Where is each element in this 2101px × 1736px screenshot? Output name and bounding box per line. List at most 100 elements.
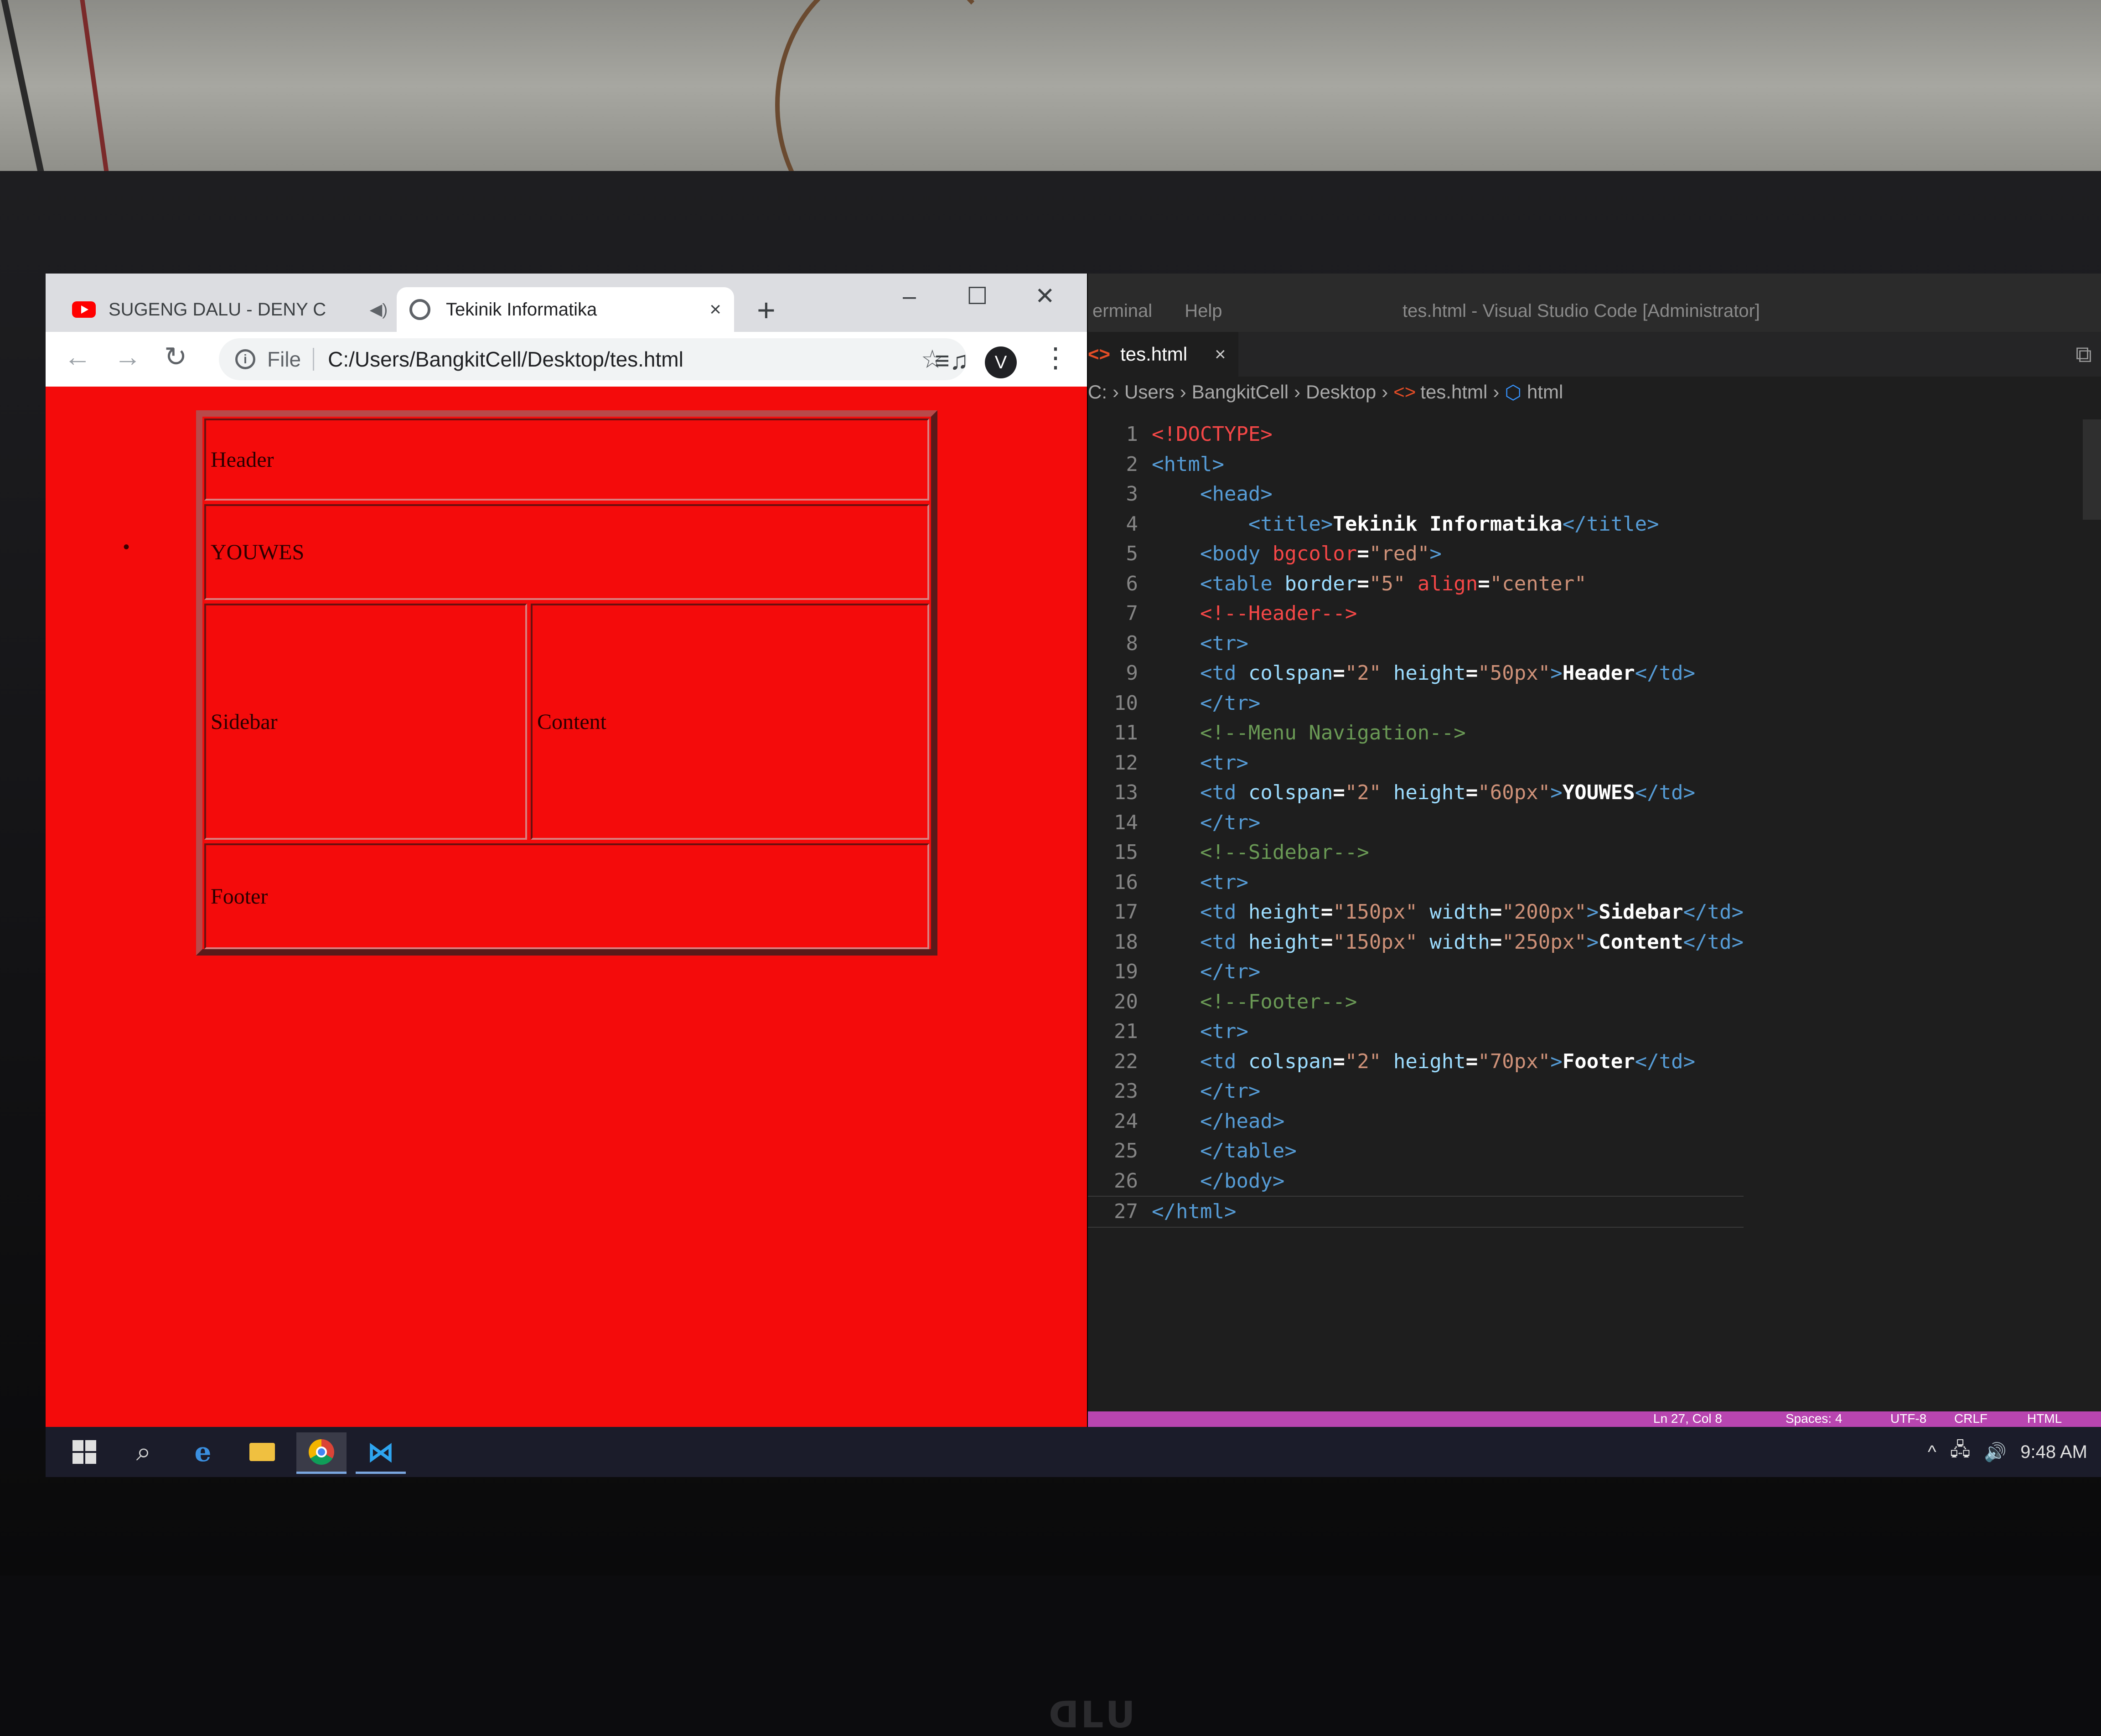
breadcrumb-bangkitcell[interactable]: BangkitCell <box>1192 381 1289 403</box>
status-encoding[interactable]: UTF-8 <box>1890 1411 1926 1426</box>
divider <box>313 348 315 371</box>
code-line[interactable]: 16 <tr> <box>1088 868 1744 898</box>
close-window-button[interactable]: ✕ <box>1035 283 1055 310</box>
code-line[interactable]: 4 <title> Tekinik Informatika </title> <box>1088 509 1744 539</box>
file-explorer-icon[interactable] <box>237 1432 287 1472</box>
code-line[interactable]: 13 <td colspan = "2" height = "60px" > YOUWES <… <box>1088 778 1744 808</box>
code-line[interactable]: 14 </tr> <box>1088 808 1744 838</box>
code-line[interactable]: 20 <!--Footer--> <box>1088 987 1744 1017</box>
url-text[interactable]: C:/Users/BangkitCell/Desktop/tes.html <box>328 347 921 372</box>
status-language[interactable]: HTML <box>2027 1411 2062 1426</box>
code-line[interactable]: 26 </body> <box>1088 1166 1744 1196</box>
status-position[interactable]: Ln 27, Col 8 <box>1653 1411 1722 1426</box>
code-token: = <box>1465 781 1478 805</box>
line-number: 2 <box>1126 452 1138 476</box>
code-line[interactable]: 19 </tr> <box>1088 957 1744 987</box>
code-line[interactable]: 8 <tr> <box>1088 629 1744 659</box>
line-number: 9 <box>1126 661 1138 685</box>
code-line[interactable]: 7 <!--Header--> <box>1088 599 1744 629</box>
code-token: </td> <box>1683 900 1744 924</box>
code-line[interactable]: 10 </tr> <box>1088 688 1744 718</box>
line-number: 21 <box>1114 1020 1138 1044</box>
line-number: 24 <box>1114 1109 1138 1133</box>
reload-button[interactable]: ↻ <box>164 341 187 373</box>
nav-cell: YOUWES <box>204 504 929 600</box>
tab-tekinik-informatika[interactable]: Tekinik Informatika × <box>397 287 734 332</box>
vscode-taskbar-icon[interactable]: ⋈ <box>356 1432 406 1474</box>
code-token: colspan <box>1248 781 1333 805</box>
code-line[interactable]: 18 <td height = "150px" width = "250px" > Cont… <box>1088 927 1744 957</box>
code-token: "150px" <box>1333 930 1430 954</box>
code-editor[interactable]: 1 <!DOCTYPE> 2 <html> 3 <head> 4 <title> Tekin… <box>1088 419 1744 1228</box>
code-line[interactable]: 25 </table> <box>1088 1136 1744 1166</box>
breadcrumb-drive[interactable]: C: <box>1088 381 1107 403</box>
address-bar[interactable]: i File C:/Users/BangkitCell/Desktop/tes.… <box>219 338 967 380</box>
code-token: = <box>1490 930 1502 954</box>
media-control-icon[interactable]: ≡♫ <box>935 346 969 375</box>
code-line[interactable]: 1 <!DOCTYPE> <box>1088 419 1744 450</box>
code-line[interactable]: 2 <html> <box>1088 450 1744 480</box>
profile-avatar[interactable]: V <box>985 346 1017 378</box>
start-button[interactable] <box>59 1432 109 1472</box>
code-token: "250px" <box>1502 930 1587 954</box>
breadcrumb-desktop[interactable]: Desktop <box>1306 381 1376 403</box>
code-line[interactable]: 11 <!--Menu Navigation--> <box>1088 718 1744 748</box>
minimize-button[interactable]: – <box>903 283 916 310</box>
menu-terminal[interactable]: erminal <box>1092 301 1152 321</box>
line-number: 19 <box>1114 960 1138 984</box>
code-line[interactable]: 21 <tr> <box>1088 1017 1744 1047</box>
info-icon[interactable]: i <box>235 349 255 369</box>
code-token: height <box>1393 1049 1466 1073</box>
status-eol[interactable]: CRLF <box>1954 1411 1987 1426</box>
editor-tab-tes-html[interactable]: <> tes.html × <box>1088 332 1238 377</box>
footer-cell: Footer <box>204 843 929 949</box>
tab-close-button[interactable]: × <box>709 298 721 321</box>
line-number: 14 <box>1114 811 1138 834</box>
code-line[interactable]: 22 <td colspan = "2" height = "70px" > Footer <… <box>1088 1047 1744 1077</box>
globe-icon <box>409 299 430 320</box>
chrome-menu-icon[interactable]: ⋮ <box>1042 342 1069 374</box>
code-line[interactable]: 9 <td colspan = "2" height = "50px" > Header </… <box>1088 658 1744 688</box>
code-line[interactable]: 15 <!--Sidebar--> <box>1088 837 1744 868</box>
back-button[interactable]: ← <box>64 341 91 372</box>
chrome-icon <box>309 1439 334 1465</box>
volume-icon[interactable]: 🔊 <box>1984 1442 2007 1463</box>
network-icon[interactable]: 🖧 <box>1950 1436 1971 1467</box>
code-line[interactable]: 3 <head> <box>1088 479 1744 509</box>
line-number: 1 <box>1126 423 1138 446</box>
code-token: <!--Sidebar--> <box>1200 841 1369 864</box>
code-line[interactable]: 12 <tr> <box>1088 748 1744 778</box>
breadcrumb-file[interactable]: tes.html <box>1420 381 1487 403</box>
chrome-taskbar-icon[interactable] <box>296 1432 347 1474</box>
breadcrumb-html[interactable]: html <box>1527 381 1563 403</box>
maximize-button[interactable]: ☐ <box>967 283 988 310</box>
code-line[interactable]: 17 <td height = "150px" width = "200px" > Side… <box>1088 897 1744 927</box>
minimap[interactable] <box>2083 419 2101 520</box>
code-line[interactable]: 5 <body bgcolor = "red" > <box>1088 539 1744 569</box>
breadcrumb-users[interactable]: Users <box>1124 381 1175 403</box>
speaker-icon[interactable]: ◀) <box>370 300 388 319</box>
code-token: height <box>1393 781 1466 805</box>
tab-youtube[interactable]: SUGENG DALU - DENY C ◀) × <box>59 287 433 332</box>
search-icon[interactable]: ⌕ <box>119 1432 169 1472</box>
tray-chevron-icon[interactable]: ^ <box>1928 1442 1936 1462</box>
code-token: width <box>1429 930 1490 954</box>
code-line[interactable]: 23 </tr> <box>1088 1076 1744 1106</box>
clock[interactable]: 9:48 AM <box>2020 1442 2087 1462</box>
code-line[interactable]: 6 <table border = "5" align = "center" <box>1088 569 1744 599</box>
edge-icon[interactable]: e <box>178 1432 228 1472</box>
code-line[interactable]: 24 </head> <box>1088 1106 1744 1137</box>
code-token: </title> <box>1562 512 1659 536</box>
code-line[interactable]: 27 </html> <box>1088 1196 1744 1228</box>
split-editor-icon[interactable]: ⧉ <box>2075 341 2092 368</box>
menu-help[interactable]: Help <box>1185 301 1222 321</box>
vscode-titlebar: erminal Help tes.html - Visual Studio Co… <box>1088 274 2101 332</box>
forward-button[interactable]: → <box>114 341 141 372</box>
editor-tab-close-button[interactable]: × <box>1215 343 1226 365</box>
status-spaces[interactable]: Spaces: 4 <box>1785 1411 1842 1426</box>
code-token: "150px" <box>1333 900 1430 924</box>
new-tab-button[interactable]: + <box>757 292 776 328</box>
